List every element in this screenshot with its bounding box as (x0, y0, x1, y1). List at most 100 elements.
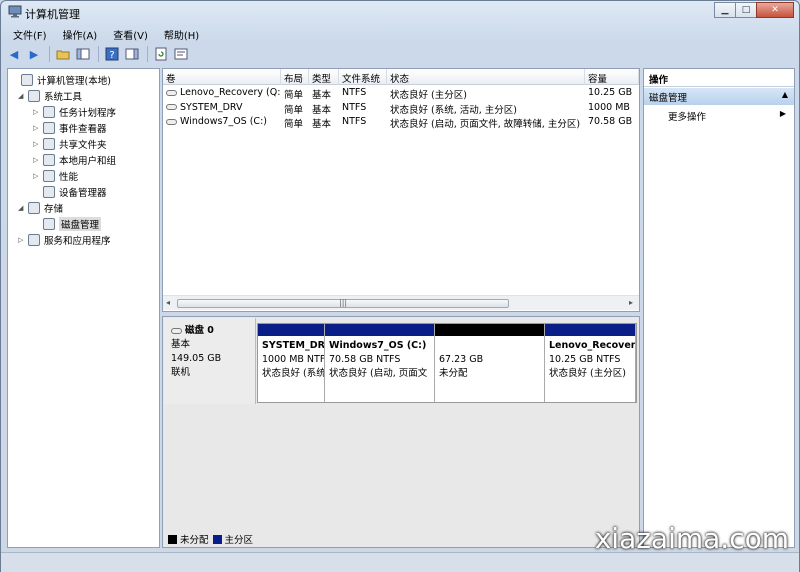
scroll-left-arrow-icon[interactable]: ◂ (166, 298, 170, 307)
volume-list-header: 卷 布局 类型 文件系统 状态 容量 (163, 69, 639, 85)
partition-size: 67.23 GB (439, 354, 484, 365)
window-controls: ▁ □ ✕ (714, 2, 794, 18)
back-arrow-icon[interactable]: ◀ (5, 45, 23, 63)
partition-block[interactable]: Windows7_OS (C:) 70.58 GB NTFS 状态良好 (启动, 页… (325, 324, 435, 402)
expand-toggle-icon[interactable]: ▷ (18, 236, 28, 244)
tree-item[interactable]: ◢ 存储 (18, 200, 63, 215)
actions-pane: 操作 磁盘管理 ▲ 更多操作 ▶ (643, 68, 795, 548)
up-folder-icon[interactable] (54, 45, 72, 63)
column-filesystem[interactable]: 文件系统 (339, 69, 387, 85)
volume-cell-layout: 简单 (284, 119, 304, 130)
close-button[interactable]: ✕ (756, 2, 794, 18)
volume-icon (166, 118, 177, 125)
expand-toggle-icon[interactable]: ▷ (33, 172, 43, 180)
volume-cell-status: 状态良好 (启动, 页面文件, 故障转储, 主分区) (390, 119, 581, 130)
volume-cell-capacity: 1000 MB (588, 101, 630, 113)
partition-block[interactable]: SYSTEM_DRV 1000 MB NTFS 状态良好 (系统 (258, 324, 325, 402)
partition-name: Lenovo_Recover (549, 340, 636, 351)
partition-name: Windows7_OS (C:) (329, 340, 427, 351)
show-hide-tree-icon[interactable] (74, 45, 92, 63)
volume-cell-capacity: 70.58 GB (588, 116, 633, 127)
menu-view[interactable]: 查看(V) (105, 25, 156, 43)
expand-toggle-icon[interactable]: ▷ (33, 108, 43, 116)
help-icon[interactable]: ? (103, 45, 121, 63)
tree-item-label: 计算机管理(本地) (37, 75, 111, 87)
legend-swatch-unallocated (168, 534, 177, 544)
tree-item[interactable]: 计算机管理(本地) (11, 72, 111, 87)
refresh-icon[interactable] (152, 45, 170, 63)
expand-toggle-icon[interactable]: ◢ (18, 92, 28, 100)
forward-arrow-icon[interactable]: ▶ (25, 45, 43, 63)
toolbar-separator (147, 46, 148, 62)
actions-section-disk-management[interactable]: 磁盘管理 ▲ (644, 88, 794, 105)
tree-item[interactable]: ▷ 事件查看器 (33, 120, 107, 135)
collapse-caret-icon[interactable]: ▲ (782, 90, 788, 99)
navigation-tree: 计算机管理(本地) ◢ 系统工具 ▷ 任务计划程序 ▷ 事件查看器 ▷ 共享文件夹 ▷ 本地用户和组… (7, 68, 160, 548)
watermark: xiazaima.com (594, 522, 789, 555)
partition-block[interactable]: 67.23 GB 未分配 (435, 324, 545, 402)
tree-item[interactable]: ▷ 性能 (33, 168, 78, 183)
window-title: 计算机管理 (25, 8, 80, 21)
volume-name: Windows7_OS (C:) (180, 116, 267, 127)
partition-size: 10.25 GB NTFS (549, 354, 621, 365)
volume-row[interactable]: Lenovo_Recovery (Q:) 简单 基本 NTFS 状态良好 (主分区) 10… (163, 86, 639, 101)
disk-state: 联机 (171, 367, 191, 378)
disk-icon (171, 327, 182, 334)
maximize-button[interactable]: □ (735, 2, 757, 18)
storage-icon (28, 201, 40, 214)
disk-name: 磁盘 0 (185, 325, 214, 336)
tree-item-label: 磁盘管理 (59, 216, 102, 231)
volume-cell-fs: NTFS (342, 101, 367, 113)
disk-info[interactable]: 磁盘 0 基本 149.05 GB 联机 (164, 318, 256, 404)
tree-item[interactable]: 设备管理器 (33, 184, 107, 199)
users-icon (43, 153, 55, 166)
legend-swatch-primary (212, 534, 222, 544)
show-hide-action-pane-icon[interactable] (123, 45, 141, 63)
volume-cell-name: Lenovo_Recovery (Q:) (163, 86, 281, 99)
menu-file[interactable]: 文件(F) (5, 25, 55, 43)
partition-status: 未分配 (439, 368, 468, 379)
column-layout[interactable]: 布局 (281, 69, 309, 85)
tree-item[interactable]: ▷ 任务计划程序 (33, 104, 116, 119)
partition-color-bar (258, 324, 324, 336)
tree-item[interactable]: ▷ 服务和应用程序 (18, 232, 111, 247)
tree-item[interactable]: ▷ 本地用户和组 (33, 152, 116, 167)
menu-action[interactable]: 操作(A) (55, 25, 106, 43)
legend-label-unallocated: 未分配 (180, 535, 209, 546)
partition-name: SYSTEM_DRV (262, 340, 325, 351)
partition-name (439, 339, 540, 353)
title-bar: 计算机管理 ▁ □ ✕ (1, 1, 799, 23)
expand-toggle-icon[interactable]: ▷ (33, 140, 43, 148)
column-volume[interactable]: 卷 (163, 69, 281, 85)
volume-name: SYSTEM_DRV (180, 101, 243, 113)
expand-toggle-icon[interactable]: ▷ (33, 124, 43, 132)
folder-icon (43, 137, 55, 150)
column-type[interactable]: 类型 (309, 69, 339, 85)
tree-item[interactable]: 磁盘管理 (33, 216, 102, 231)
properties-icon[interactable] (172, 45, 190, 63)
menu-help[interactable]: 帮助(H) (156, 25, 207, 43)
expand-toggle-icon[interactable]: ▷ (33, 156, 43, 164)
partition-block[interactable]: Lenovo_Recover 10.25 GB NTFS 状态良好 (主分区) (545, 324, 636, 402)
device-icon (43, 185, 55, 198)
horizontal-scrollbar[interactable]: ◂ ||| ▸ (163, 295, 639, 310)
tree-item[interactable]: ◢ 系统工具 (18, 88, 82, 103)
more-actions-item[interactable]: 更多操作 (668, 109, 706, 123)
minimize-button[interactable]: ▁ (714, 2, 736, 18)
column-status[interactable]: 状态 (387, 69, 585, 85)
partition-text: 67.23 GB 未分配 (435, 336, 544, 384)
expand-toggle-icon[interactable]: ◢ (18, 204, 28, 212)
volume-row[interactable]: Windows7_OS (C:) 简单 基本 NTFS 状态良好 (启动, 页面文件, … (163, 115, 639, 130)
column-capacity[interactable]: 容量 (585, 69, 639, 85)
volume-cell-fs: NTFS (342, 116, 367, 127)
submenu-arrow-icon[interactable]: ▶ (780, 109, 786, 118)
disk-icon (43, 217, 55, 230)
tree-item[interactable]: ▷ 共享文件夹 (33, 136, 107, 151)
partition-strip: SYSTEM_DRV1000 MB NTFS状态良好 (系统Windows7_O… (257, 323, 637, 403)
computer-management-window: 计算机管理 ▁ □ ✕ 文件(F) 操作(A) 查看(V) 帮助(H) ◀ ▶ … (0, 0, 800, 572)
volume-row[interactable]: SYSTEM_DRV 简单 基本 NTFS 状态良好 (系统, 活动, 主分区) 1000… (163, 101, 639, 116)
partition-text: Windows7_OS (C:) 70.58 GB NTFS 状态良好 (启动, 页… (325, 336, 434, 384)
tree-item-label: 任务计划程序 (59, 107, 117, 119)
scroll-right-arrow-icon[interactable]: ▸ (629, 298, 633, 307)
volume-icon (166, 104, 177, 110)
